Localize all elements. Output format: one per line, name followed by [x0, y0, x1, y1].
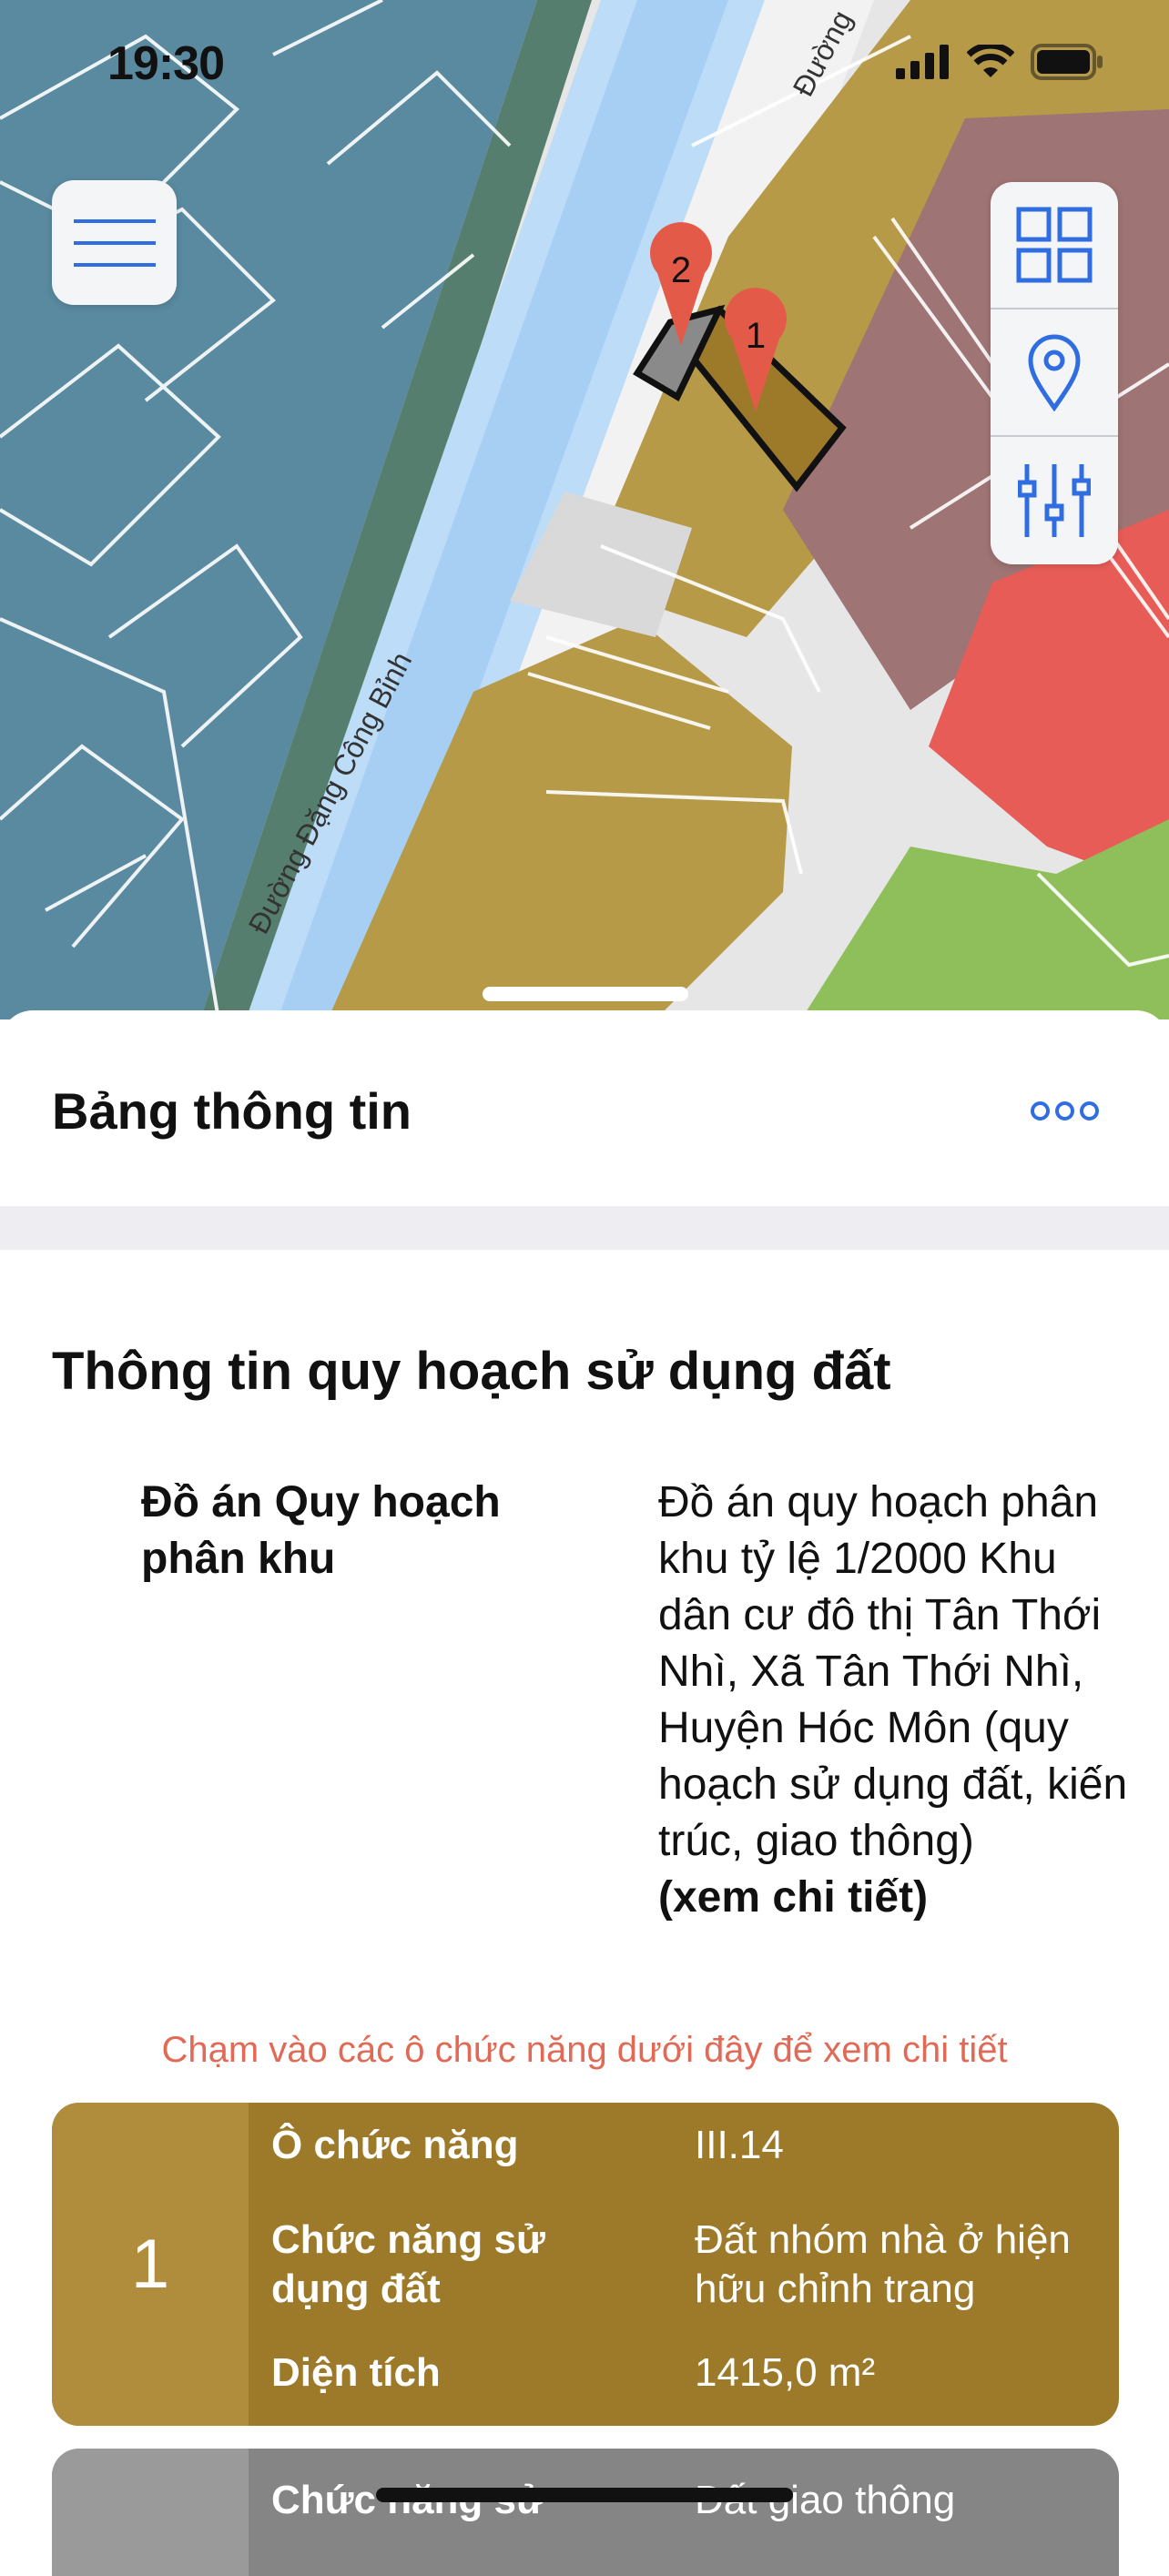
plan-label: Đồ án Quy hoạch phân khu — [141, 1478, 501, 1583]
more-dot-icon — [1031, 1101, 1050, 1121]
location-pin-icon — [1028, 334, 1081, 411]
more-dot-icon — [1055, 1101, 1074, 1121]
function-card-2[interactable]: Chức năng sử Đất giao thông — [52, 2449, 1119, 2576]
status-icons — [896, 44, 1103, 80]
location-button[interactable] — [991, 309, 1118, 437]
info-sheet: Bảng thông tin Thông tin quy hoạch sử dụ… — [0, 1010, 1169, 2576]
sheet-title: Bảng thông tin — [52, 1082, 412, 1140]
section-divider — [0, 1206, 1169, 1250]
layers-grid-button[interactable] — [991, 182, 1118, 309]
battery-icon — [1031, 44, 1103, 80]
sheet-header: Bảng thông tin — [0, 1010, 1169, 1206]
row-value-area: 1415,0 m² — [695, 2350, 876, 2395]
row-label-area: Diện tích — [271, 2350, 441, 2395]
more-options-button[interactable] — [1031, 1101, 1099, 1121]
function-card-number: 1 — [52, 2103, 249, 2426]
hint-text: Chạm vào các ô chức năng dưới đây để xem… — [161, 2030, 1008, 2070]
status-bar: 19:30 — [0, 0, 1169, 127]
sliders-icon — [1018, 464, 1091, 537]
function-card-1[interactable]: 1 Ô chức năng III.14 Chức năng sử dụng đ… — [52, 2103, 1119, 2426]
marker-2-label: 2 — [671, 250, 691, 290]
row-label-zone: Ô chức năng — [271, 2123, 519, 2167]
section-title: Thông tin quy hoạch sử dụng đất — [52, 1342, 891, 1401]
function-card-number — [52, 2449, 249, 2576]
row-label-land-use: Chức năng sử dụng đất — [271, 2217, 545, 2311]
sheet-grabber[interactable] — [483, 987, 688, 1001]
view-detail-link[interactable]: (xem chi tiết) — [658, 1870, 1132, 1926]
menu-button[interactable] — [52, 180, 177, 305]
signal-icon — [896, 45, 949, 79]
grid-icon — [1016, 207, 1093, 283]
plan-value: Đồ án quy hoạch phân khu tỷ lệ 1/2000 Kh… — [658, 1475, 1132, 1926]
marker-1-label: 1 — [746, 316, 766, 356]
status-time: 19:30 — [107, 37, 225, 90]
row-value-zone: III.14 — [695, 2123, 784, 2167]
home-indicator — [376, 2488, 793, 2502]
plan-description: Đồ án quy hoạch phân khu tỷ lệ 1/2000 Kh… — [658, 1478, 1128, 1865]
filter-button[interactable] — [991, 437, 1118, 564]
wifi-icon — [967, 45, 1014, 77]
hamburger-icon — [73, 218, 156, 267]
row-value-land-use: Đất nhóm nhà ở hiện hữu chỉnh trang — [695, 2217, 1071, 2311]
map-tool-panel — [991, 182, 1118, 564]
more-dot-icon — [1080, 1101, 1099, 1121]
